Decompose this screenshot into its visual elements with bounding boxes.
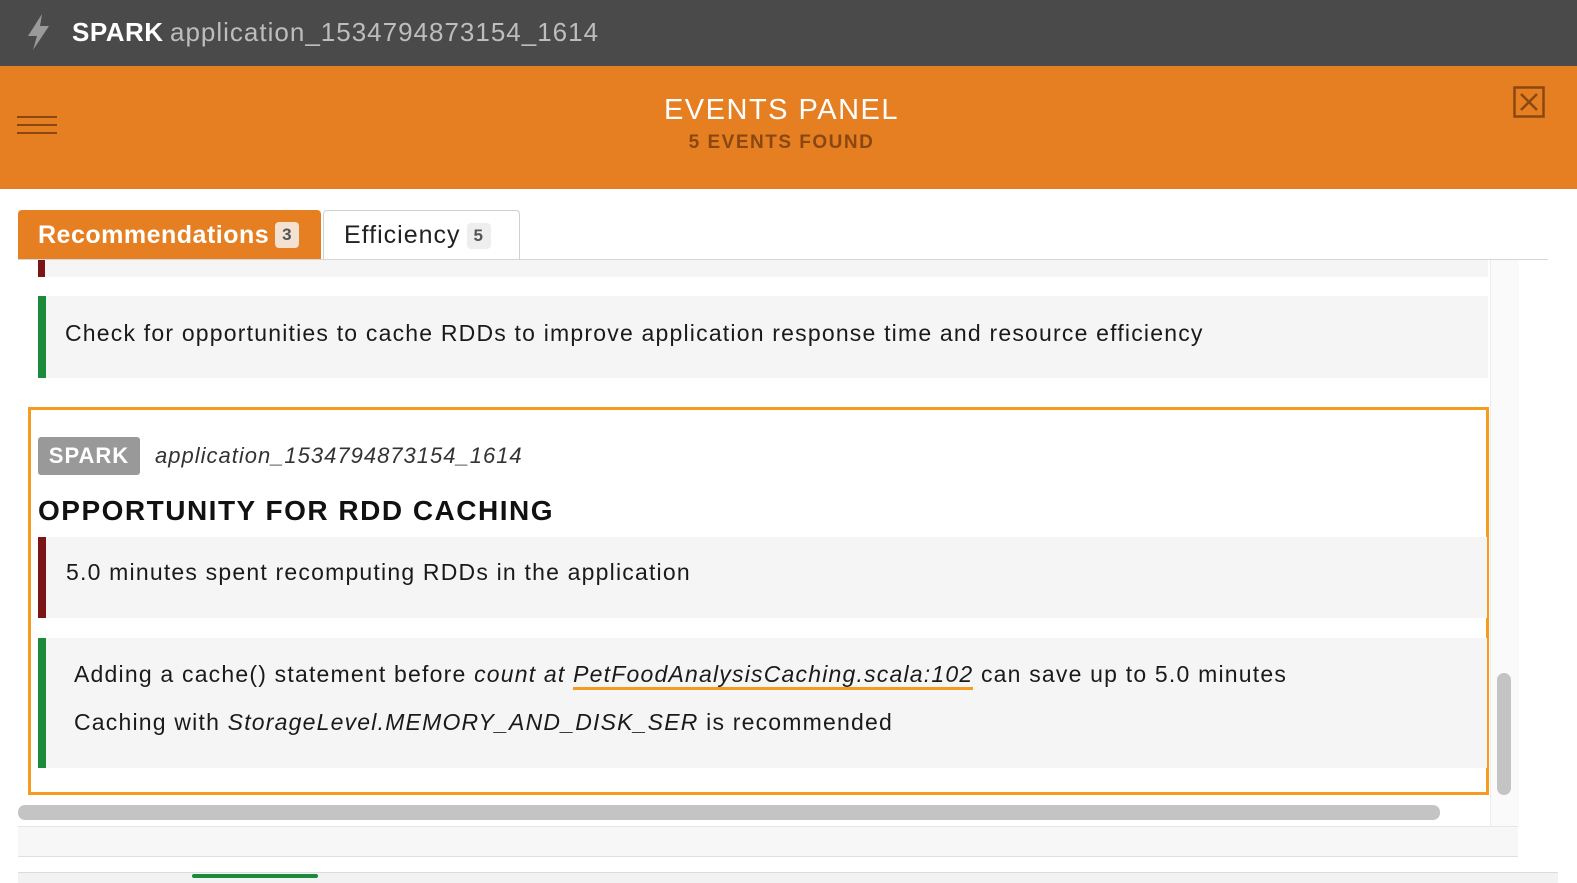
pane-footer-divider	[18, 856, 1518, 857]
storage-level: StorageLevel.MEMORY_AND_DISK_SER	[227, 709, 699, 735]
source-badge: SPARK	[38, 437, 140, 475]
spark-lightning-icon	[28, 14, 49, 50]
bottom-accent	[192, 874, 318, 878]
tab-count-badge: 5	[466, 222, 491, 249]
tab-label: Efficiency	[344, 221, 461, 249]
advice-prefix: Adding a cache() statement before	[74, 661, 467, 687]
source-location-link[interactable]: PetFoodAnalysisCaching.scala:102	[573, 661, 974, 690]
issue-text: 5.0 minutes spent recomputing RDDs in th…	[66, 559, 691, 585]
previous-event-card-edge	[38, 260, 1488, 277]
caching-suffix: is recommended	[706, 709, 893, 735]
app-id-label: application_1534794873154_1614	[170, 17, 600, 47]
advice-location-prefix: count at	[474, 661, 566, 687]
severity-bar	[38, 537, 46, 618]
tab-recommendations[interactable]: Recommendations 3	[18, 210, 321, 260]
advice-line-1: Adding a cache() statement before count …	[74, 661, 1288, 690]
event-advice: Adding a cache() statement before count …	[38, 638, 1487, 768]
event-issue: 5.0 minutes spent recomputing RDDs in th…	[38, 537, 1487, 618]
recommendation-item: Check for opportunities to cache RDDs to…	[38, 296, 1488, 378]
close-icon[interactable]	[1513, 86, 1545, 118]
event-app-id: application_1534794873154_1614	[155, 443, 523, 468]
panel-title: EVENTS PANEL	[663, 94, 900, 126]
tab-count-badge: 3	[275, 222, 300, 248]
advice-line-2: Caching with StorageLevel.MEMORY_AND_DIS…	[74, 709, 893, 736]
events-panel-header: EVENTS PANEL 5 EVENTS FOUND	[0, 66, 1577, 189]
events-count: 5 EVENTS FOUND	[688, 132, 875, 153]
severity-bar	[38, 296, 46, 378]
brand-label: SPARK	[72, 17, 164, 47]
events-scroll-pane[interactable]: Check for opportunities to cache RDDs to…	[18, 260, 1518, 826]
pane-footer	[18, 826, 1518, 857]
severity-bar	[38, 638, 46, 768]
recommendation-text: Check for opportunities to cache RDDs to…	[65, 320, 1204, 346]
top-app-bar: SPARK application_1534794873154_1614	[0, 0, 1577, 66]
vertical-scrollbar-thumb[interactable]	[1497, 673, 1511, 795]
horizontal-scrollbar-thumb[interactable]	[18, 805, 1440, 820]
tab-label: Recommendations	[38, 220, 270, 249]
advice-suffix: can save up to 5.0 minutes	[980, 661, 1288, 687]
caching-prefix: Caching with	[74, 709, 221, 735]
event-card[interactable]: SPARK application_1534794873154_1614 OPP…	[28, 407, 1489, 795]
tab-efficiency[interactable]: Efficiency 5	[323, 210, 520, 260]
severity-bar	[38, 260, 45, 277]
event-title: OPPORTUNITY FOR RDD CACHING	[38, 495, 554, 526]
